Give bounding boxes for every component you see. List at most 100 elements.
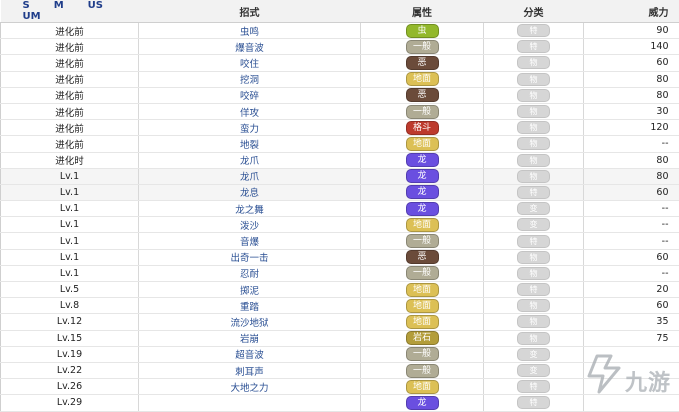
type-badge: 龙	[406, 202, 439, 216]
type-cell: 一般	[361, 265, 484, 281]
learn-method-cell: Lv.22	[1, 362, 139, 378]
type-cell: 地面	[361, 379, 484, 395]
move-row: Lv.26大地之力地面特	[1, 379, 679, 395]
category-cell: 物	[484, 120, 584, 136]
type-cell: 龙	[361, 184, 484, 200]
category-badge: 物	[517, 154, 550, 167]
learn-method-cell: 进化前	[1, 23, 139, 39]
type-cell: 龙	[361, 201, 484, 217]
move-name-link[interactable]: 龙爪	[139, 152, 361, 168]
category-cell: 特	[484, 379, 584, 395]
move-name-link[interactable]: 岩崩	[139, 330, 361, 346]
power-cell: 140	[584, 39, 679, 55]
type-badge: 一般	[406, 105, 439, 119]
category-badge: 特	[517, 283, 550, 296]
learn-method-cell: 进化前	[1, 103, 139, 119]
type-badge: 地面	[406, 283, 439, 297]
power-cell	[584, 395, 679, 411]
move-row: Lv.1音爆一般特--	[1, 233, 679, 249]
category-header: 分类	[484, 0, 584, 23]
move-name-link[interactable]: 龙之舞	[139, 201, 361, 217]
category-badge: 物	[517, 121, 550, 134]
type-cell: 地面	[361, 71, 484, 87]
category-cell: 特	[484, 395, 584, 411]
power-cell: 80	[584, 152, 679, 168]
type-badge: 一般	[406, 266, 439, 280]
move-name-link[interactable]: 流沙地狱	[139, 314, 361, 330]
learn-method-cell: Lv.1	[1, 168, 139, 184]
type-cell: 虫	[361, 23, 484, 39]
category-badge: 特	[517, 396, 550, 409]
learn-method-cell: Lv.1	[1, 249, 139, 265]
type-cell: 岩石	[361, 330, 484, 346]
move-name-link[interactable]: 龙息	[139, 184, 361, 200]
move-name-link[interactable]: 掷泥	[139, 282, 361, 298]
type-badge: 岩石	[406, 331, 439, 345]
move-row: 进化前爆音波一般特140	[1, 39, 679, 55]
move-name-link[interactable]: 超音波	[139, 346, 361, 362]
move-name-link[interactable]: 音爆	[139, 233, 361, 249]
category-cell: 物	[484, 136, 584, 152]
move-name-link[interactable]: 大地之力	[139, 379, 361, 395]
move-name-link[interactable]: 重踏	[139, 298, 361, 314]
move-name-link[interactable]: 刺耳声	[139, 362, 361, 378]
move-name-link[interactable]: 咬碎	[139, 87, 361, 103]
move-name-link[interactable]: 蛮力	[139, 120, 361, 136]
learn-method-cell: Lv.12	[1, 314, 139, 330]
category-badge: 物	[517, 299, 550, 312]
learn-method-cell: 进化前	[1, 136, 139, 152]
move-name-link[interactable]: 佯攻	[139, 103, 361, 119]
move-name-link[interactable]: 咬住	[139, 55, 361, 71]
type-badge: 龙	[406, 185, 439, 199]
type-badge: 地面	[406, 137, 439, 151]
move-name-link[interactable]: 泼沙	[139, 217, 361, 233]
version-tab-um[interactable]: UM	[23, 11, 41, 22]
move-table: SMUSUM 招式 属性 分类 威力 进化前虫鸣虫特90进化前爆音波一般特140…	[0, 0, 679, 412]
category-cell: 物	[484, 152, 584, 168]
learn-method-cell: Lv.19	[1, 346, 139, 362]
move-rows: 进化前虫鸣虫特90进化前爆音波一般特140进化前咬住恶物60进化前挖洞地面物80…	[1, 23, 679, 412]
move-name-link[interactable]: 挖洞	[139, 71, 361, 87]
move-row: Lv.8重踏地面物60	[1, 298, 679, 314]
type-badge: 地面	[406, 72, 439, 86]
category-badge: 变	[517, 218, 550, 231]
version-tab-us[interactable]: US	[88, 0, 103, 11]
type-badge: 恶	[406, 250, 439, 264]
category-badge: 物	[517, 315, 550, 328]
move-name-link[interactable]	[139, 395, 361, 411]
move-row: Lv.29龙特	[1, 395, 679, 411]
type-badge: 龙	[406, 169, 439, 183]
move-name-link[interactable]: 虫鸣	[139, 23, 361, 39]
power-cell: --	[584, 233, 679, 249]
header-row: SMUSUM 招式 属性 分类 威力	[1, 0, 679, 23]
move-name-link[interactable]: 忍耐	[139, 265, 361, 281]
move-row: Lv.15岩崩岩石物75	[1, 330, 679, 346]
learn-method-cell: Lv.26	[1, 379, 139, 395]
power-cell: 120	[584, 120, 679, 136]
type-badge: 恶	[406, 88, 439, 102]
version-tab-m[interactable]: M	[54, 0, 64, 11]
type-cell: 一般	[361, 233, 484, 249]
category-badge: 变	[517, 364, 550, 377]
type-badge: 格斗	[406, 121, 439, 135]
move-name-link[interactable]: 地裂	[139, 136, 361, 152]
power-cell: 60	[584, 184, 679, 200]
type-cell: 一般	[361, 103, 484, 119]
category-badge: 物	[517, 89, 550, 102]
move-name-link[interactable]: 爆音波	[139, 39, 361, 55]
move-name-link[interactable]: 出奇一击	[139, 249, 361, 265]
move-row: Lv.19超音波一般变	[1, 346, 679, 362]
version-tab-s[interactable]: S	[23, 0, 30, 11]
category-cell: 变	[484, 217, 584, 233]
type-badge: 虫	[406, 24, 439, 38]
category-badge: 物	[517, 137, 550, 150]
category-cell: 物	[484, 71, 584, 87]
category-cell: 变	[484, 362, 584, 378]
learn-method-cell: Lv.1	[1, 217, 139, 233]
power-cell: 90	[584, 23, 679, 39]
category-badge: 特	[517, 24, 550, 37]
type-badge: 一般	[406, 347, 439, 361]
category-badge: 物	[517, 73, 550, 86]
move-name-link[interactable]: 龙爪	[139, 168, 361, 184]
category-cell: 物	[484, 298, 584, 314]
